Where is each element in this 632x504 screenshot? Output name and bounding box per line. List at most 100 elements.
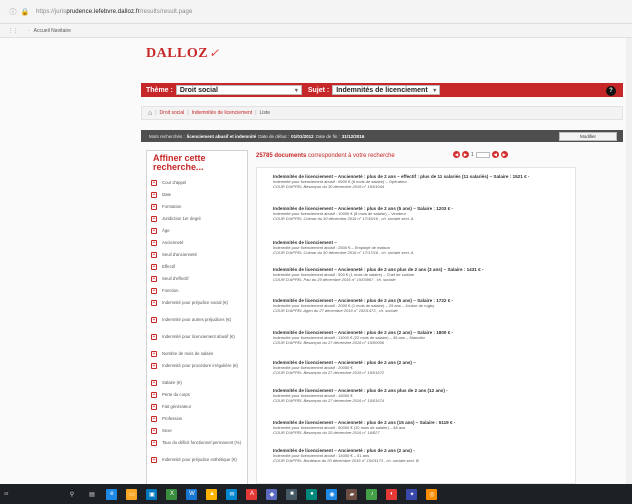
bookmark-accueil[interactable]: Accueil Navitaire [34,28,71,34]
prev-page-button[interactable]: ◀ [453,151,460,158]
facet-item[interactable]: + Seuil d'effectif [151,276,247,282]
app-icon[interactable]: ✦ [406,488,418,500]
expand-plus-icon[interactable]: + [151,363,157,369]
page-input[interactable] [475,151,490,158]
facet-label: Indemnité pour procédure irrégulière (€) [162,363,238,368]
modify-button[interactable]: Modifier [559,131,617,141]
facet-item[interactable]: + Indemnité pour préjudice social (€) [151,300,247,306]
app-icon[interactable]: ◉ [326,488,338,500]
facet-item[interactable]: + Perte du corps [151,392,247,398]
expand-plus-icon[interactable]: + [151,192,157,198]
result-item[interactable]: Indemnités de licenciement – Ancienneté … [273,420,571,436]
expand-plus-icon[interactable]: + [151,276,157,282]
result-item[interactable]: Indemnités de licenciement – Ancienneté … [273,298,571,314]
result-item[interactable]: Indemnités de licenciement – Ancienneté … [273,360,571,376]
expand-plus-icon[interactable]: + [151,392,157,398]
facet-item[interactable]: + Fonction [151,288,247,294]
facet-item[interactable]: + Profession [151,416,247,422]
info-icon[interactable]: ⓘ [8,7,18,17]
dalloz-logo[interactable]: DALLOZ✓ [146,46,220,62]
facet-item[interactable]: + Taux du déficit fonctionnel permanent (… [151,440,247,446]
url-text[interactable]: https://jurisprudence.lefebvre.dalloz.fr… [36,9,192,15]
result-item[interactable]: Indemnités de licenciement – Ancienneté … [273,174,571,190]
excel-icon[interactable]: X [166,488,178,500]
expand-plus-icon[interactable]: + [151,300,157,306]
result-item[interactable]: Indemnités de licenciement – Indemnité po… [273,240,571,256]
result-court: COUR D'APPEL Besançon du 27 décembre 201… [273,397,385,403]
app-icon[interactable]: ● [306,488,318,500]
facet-item[interactable]: + Juridiction 1er degré [151,216,247,222]
pdf-icon[interactable]: A [246,488,258,500]
page-go-prev-button[interactable]: ◀ [491,151,499,158]
expand-plus-icon[interactable]: + [151,334,157,340]
facet-label: Perte du corps [162,392,190,397]
expand-plus-icon[interactable]: + [151,380,157,386]
app-icon[interactable]: ■ [286,488,298,500]
result-item[interactable]: Indemnités de licenciement – Ancienneté … [273,448,571,464]
facet-item[interactable]: + Seuil d'ancienneté [151,252,247,258]
facet-item[interactable]: + Formation [151,204,247,210]
facet-item[interactable]: + Indemnité pour licenciement abusif (€) [151,334,247,340]
expand-plus-icon[interactable]: + [151,252,157,258]
home-icon[interactable]: ⌂ [148,110,152,117]
expand-plus-icon[interactable]: + [151,264,157,270]
facet-item[interactable]: + Fait générateur [151,404,247,410]
result-court: COUR D'APPEL Colmar du 30 décembre 2016 … [273,249,414,255]
expand-plus-icon[interactable]: + [151,204,157,210]
page-go-next-button[interactable]: ▶ [500,151,508,158]
expand-plus-icon[interactable]: + [151,228,157,234]
app-icon[interactable]: ◐ [386,488,398,500]
app-icon[interactable]: ♪ [366,488,378,500]
facet-item[interactable]: + Cour d'appel [151,180,247,186]
expand-plus-icon[interactable]: + [151,440,157,446]
expand-plus-icon[interactable]: + [151,216,157,222]
facet-item[interactable]: + Date [151,192,247,198]
app-icon[interactable]: ▰ [346,488,358,500]
facet-item[interactable]: + Indemnité pour procédure irrégulière (€… [151,363,247,369]
expand-plus-icon[interactable]: + [151,351,157,357]
expand-plus-icon[interactable]: + [151,416,157,422]
result-item[interactable]: Indemnités de licenciement – Ancienneté … [273,330,571,346]
store-icon[interactable]: ▣ [146,488,158,500]
facet-item[interactable]: + Ancienneté [151,240,247,246]
expand-plus-icon[interactable]: + [151,428,157,434]
expand-plus-icon[interactable]: + [151,240,157,246]
edge-icon[interactable]: e [106,488,118,500]
result-item[interactable]: Indemnités de licenciement – Ancienneté … [273,206,571,222]
next-page-button[interactable]: ▶ [462,151,469,158]
breadcrumb-item-droit-social[interactable]: Droit social [160,110,185,116]
facet-item[interactable]: + Indemnité pour autres préjudices (€) [151,317,247,323]
expand-plus-icon[interactable]: + [151,180,157,186]
theme-select[interactable]: Droit social ▾ [175,85,302,95]
word-icon[interactable]: W [186,488,198,500]
expand-plus-icon[interactable]: + [151,457,157,463]
breadcrumb-item-indemnites[interactable]: Indemnités de licenciement [192,110,253,116]
vlc-icon[interactable]: ▲ [206,488,218,500]
facet-label: Date [162,192,172,197]
search-icon[interactable]: ⚲ [66,489,77,500]
apps-icon[interactable]: ⋮⋮ [8,28,18,34]
folder-icon[interactable]: ▭ [126,488,138,500]
facet-item[interactable]: + Indemnité pour préjudice esthétique (€) [151,457,247,463]
help-icon[interactable]: ? [606,86,616,96]
facet-item[interactable]: + Effectif [151,264,247,270]
facet-label: Salaire (€) [162,380,182,385]
facet-item[interactable]: + Sexe [151,428,247,434]
facet-label: Seuil d'effectif [162,276,189,281]
task-view-icon[interactable]: ▤ [86,489,97,500]
mail-icon[interactable]: ✉ [226,488,238,500]
subject-select[interactable]: Indemnités de licenciement ▾ [332,85,441,95]
expand-plus-icon[interactable]: + [151,317,157,323]
facet-item[interactable]: + Âge [151,228,247,234]
facet-item[interactable]: + Salaire (€) [151,380,247,386]
app-icon[interactable]: ◆ [266,488,278,500]
page-number[interactable]: 1 [471,152,474,158]
expand-plus-icon[interactable]: + [151,404,157,410]
chrome-icon[interactable]: ◎ [426,488,438,500]
result-item[interactable]: Indemnités de licenciement – Ancienneté … [273,388,571,404]
result-item[interactable]: Indemnités de licenciement – Ancienneté … [273,267,571,283]
expand-plus-icon[interactable]: + [151,288,157,294]
address-bar[interactable]: ⓘ 🔒 https://jurisprudence.lefebvre.dallo… [0,0,632,24]
facet-item[interactable]: + Nombre de mois de salaire [151,351,247,357]
scrollbar[interactable] [626,38,632,484]
